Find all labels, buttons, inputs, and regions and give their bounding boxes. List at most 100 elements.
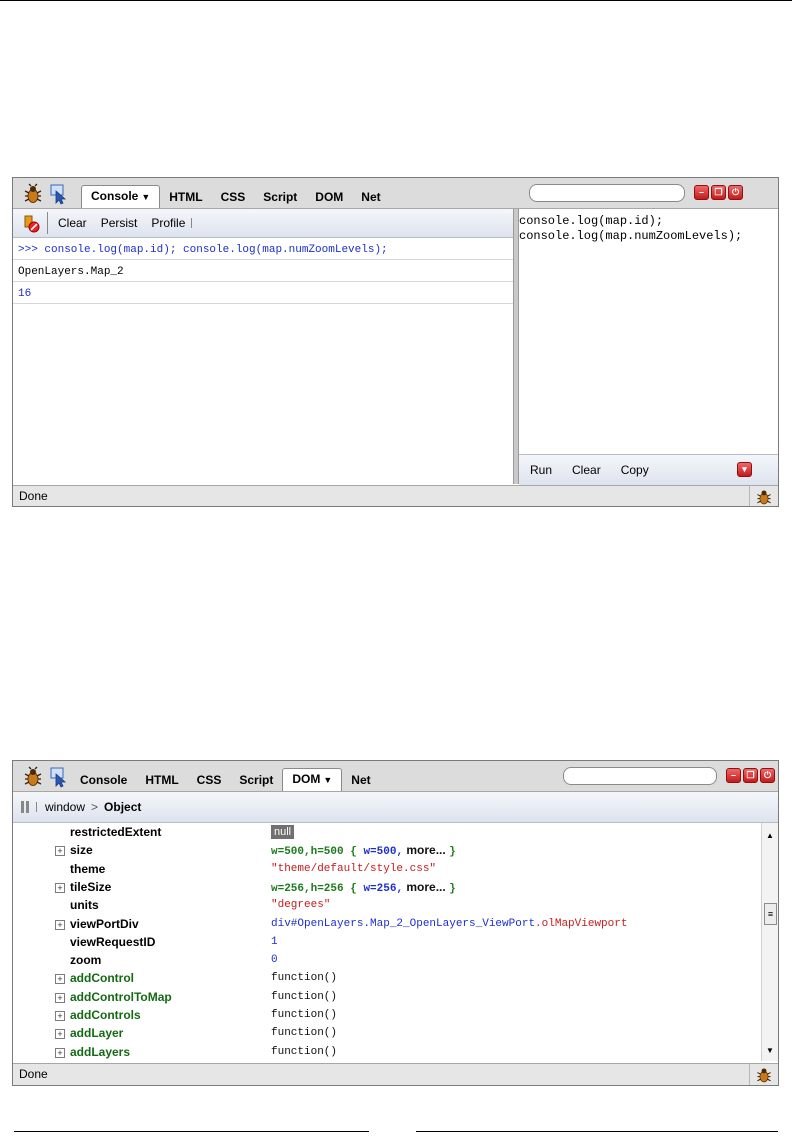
tab-css[interactable]: CSS: [188, 770, 231, 791]
clear-editor-button[interactable]: Clear: [572, 463, 601, 477]
collapse-editor-icon[interactable]: ▾: [737, 462, 752, 477]
minimize-icon[interactable]: –: [694, 185, 709, 200]
tab-html[interactable]: HTML: [136, 770, 187, 791]
search-input[interactable]: [529, 184, 685, 202]
status-bar: Done: [13, 485, 778, 506]
dom-property-row[interactable]: + tileSize w=256,h=256 { w=256, more... }: [13, 878, 761, 896]
clear-console-icon[interactable]: [21, 213, 41, 233]
vertical-scrollbar[interactable]: ▲ ≡ ▼: [761, 823, 778, 1061]
dom-property-row: zoom 0: [13, 951, 761, 969]
firebug-bug-icon[interactable]: [22, 766, 44, 788]
expand-toggle-icon[interactable]: +: [55, 882, 65, 893]
tab-net[interactable]: Net: [352, 187, 389, 208]
expand-toggle-icon[interactable]: +: [55, 1011, 65, 1021]
property-value: "degrees": [271, 899, 331, 912]
breadcrumb-scroll-handle[interactable]: [21, 801, 24, 813]
value-preview: w=256,: [363, 882, 404, 895]
scroll-thumb[interactable]: ≡: [764, 903, 777, 925]
inspect-icon[interactable]: [48, 183, 70, 205]
firebug-status-icon[interactable]: [749, 486, 778, 506]
firebug-console-window: Console ▼ HTML CSS Script DOM Net – ❐ ⏻ C…: [12, 177, 779, 507]
property-value[interactable]: div#OpenLayers.Map_2_OpenLayers_ViewPort…: [271, 915, 627, 933]
editor-line: console.log(map.numZoomLevels);: [519, 229, 743, 243]
profile-button[interactable]: Profile: [151, 216, 185, 230]
breadcrumb-window[interactable]: window: [45, 800, 85, 814]
scroll-up-icon[interactable]: ▲: [762, 831, 778, 840]
more-link[interactable]: more...: [403, 880, 449, 894]
property-value: function(): [271, 990, 338, 1003]
tab-console[interactable]: Console ▼: [81, 185, 161, 208]
expand-toggle-icon[interactable]: +: [55, 992, 65, 1003]
dom-property-row[interactable]: + size w=500,h=500 { w=500, more... }: [13, 841, 761, 859]
property-value: function(): [271, 1009, 338, 1021]
tab-html[interactable]: HTML: [160, 187, 211, 208]
detach-window-icon[interactable]: ❐: [743, 768, 758, 783]
search-input[interactable]: [563, 767, 717, 785]
null-badge: null: [271, 825, 295, 839]
dom-property-row[interactable]: + addControl function(): [13, 969, 761, 987]
breadcrumb-current[interactable]: Object: [104, 800, 141, 814]
chevron-down-icon: ▼: [141, 192, 151, 202]
editor-actions: Run Clear Copy ▾: [519, 454, 778, 485]
separator: [191, 218, 193, 228]
separator: [47, 212, 48, 234]
dom-property-row: theme "theme/default/style.css": [13, 860, 761, 878]
dom-property-row[interactable]: + viewPortDiv div#OpenLayers.Map_2_OpenLay…: [13, 915, 761, 933]
copy-button[interactable]: Copy: [621, 463, 649, 477]
element-class: .olMapViewport: [535, 917, 628, 930]
property-value: function(): [271, 1027, 338, 1040]
tab-console[interactable]: Console: [71, 770, 136, 791]
property-name: size: [70, 843, 93, 858]
panel-tabs: Console HTML CSS Script DOM ▼ Net: [71, 768, 380, 791]
firebug-status-icon[interactable]: [749, 1064, 778, 1085]
property-value: function(): [271, 972, 338, 985]
tab-dom[interactable]: DOM: [306, 187, 352, 208]
separator: [36, 802, 37, 812]
firebug-toolbar: Console HTML CSS Script DOM ▼ Net – ❐ ⏻: [13, 761, 778, 792]
property-name: addControls: [70, 1008, 141, 1022]
firebug-toolbar: Console ▼ HTML CSS Script DOM Net – ❐ ⏻: [13, 178, 778, 209]
persist-button[interactable]: Persist: [101, 216, 138, 230]
dom-property-row[interactable]: + addLayer function(): [13, 1024, 761, 1042]
dom-property-row[interactable]: + addControlToMap function(): [13, 988, 761, 1006]
dom-property-row[interactable]: + addControls function(): [13, 1006, 761, 1024]
expand-toggle-icon[interactable]: +: [55, 1047, 65, 1058]
value-preview: {: [350, 882, 364, 895]
tab-script[interactable]: Script: [254, 187, 306, 208]
property-name: addLayers: [70, 1044, 131, 1059]
property-name: zoom: [70, 953, 102, 968]
detach-window-icon[interactable]: ❐: [711, 185, 726, 200]
run-button[interactable]: Run: [530, 463, 552, 477]
value-preview: {: [350, 846, 364, 859]
console-log: >>> console.log(map.id); console.log(map…: [13, 238, 513, 464]
inspect-icon[interactable]: [48, 766, 70, 788]
property-name: viewPortDiv: [70, 916, 139, 931]
tab-net[interactable]: Net: [342, 770, 379, 791]
breadcrumb-scroll-handle[interactable]: [26, 801, 29, 813]
property-name: units: [70, 898, 99, 913]
expand-toggle-icon[interactable]: +: [55, 846, 65, 857]
scroll-down-icon[interactable]: ▼: [762, 1046, 778, 1055]
clear-button[interactable]: Clear: [58, 216, 87, 230]
element-selector[interactable]: div#OpenLayers.Map_2_OpenLayers_ViewPort: [271, 918, 535, 930]
firebug-bug-icon[interactable]: [22, 183, 44, 205]
tab-script[interactable]: Script: [230, 770, 282, 791]
value-preview: w=500,: [363, 846, 404, 859]
property-value: w=500,h=500 { w=500, more... }: [271, 841, 456, 861]
property-name: viewRequestID: [70, 934, 156, 949]
tab-dom[interactable]: DOM ▼: [282, 768, 343, 791]
tab-css[interactable]: CSS: [212, 187, 255, 208]
more-link[interactable]: more...: [403, 843, 449, 857]
property-name: addControlToMap: [70, 989, 172, 1004]
close-power-icon[interactable]: ⏻: [760, 768, 775, 783]
minimize-icon[interactable]: –: [726, 768, 741, 783]
property-value: null: [271, 823, 295, 842]
dom-property-row[interactable]: + addLayers function(): [13, 1043, 761, 1061]
expand-toggle-icon[interactable]: +: [55, 974, 65, 985]
close-power-icon[interactable]: ⏻: [728, 185, 743, 200]
expand-toggle-icon[interactable]: +: [55, 1029, 65, 1040]
command-editor[interactable]: console.log(map.id); console.log(map.num…: [519, 214, 774, 454]
chevron-down-icon: ▼: [323, 775, 333, 785]
expand-toggle-icon[interactable]: +: [55, 919, 65, 930]
property-value: "theme/default/style.css": [271, 862, 437, 875]
